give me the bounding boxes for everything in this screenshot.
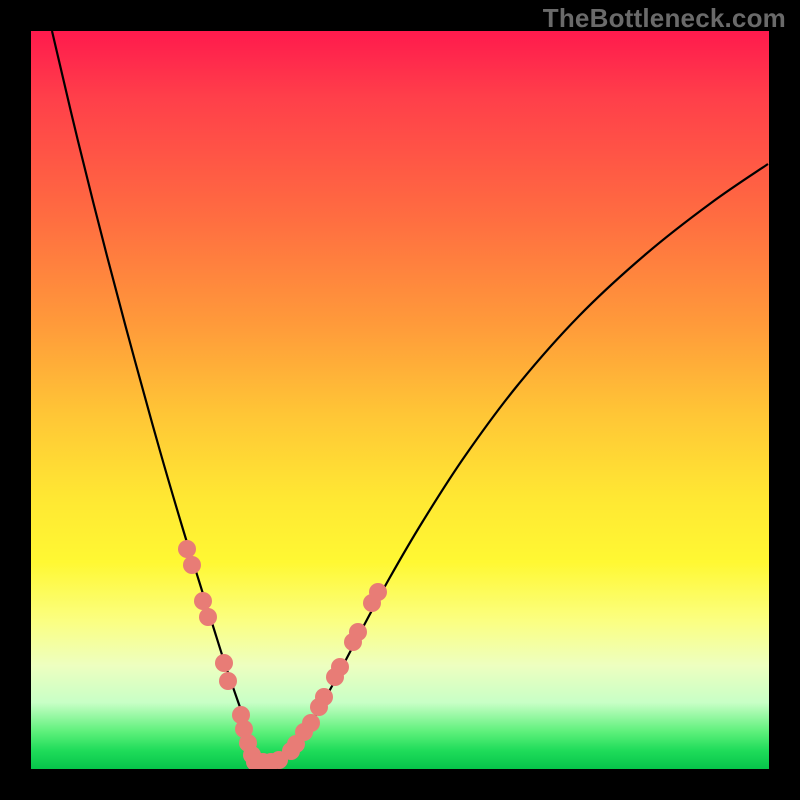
data-point: [315, 688, 333, 706]
data-point: [199, 608, 217, 626]
curve-left: [52, 31, 256, 762]
data-point: [178, 540, 196, 558]
data-point: [215, 654, 233, 672]
data-point: [369, 583, 387, 601]
data-point: [331, 658, 349, 676]
data-point: [349, 623, 367, 641]
plot-area: [31, 31, 769, 769]
chart-frame: TheBottleneck.com: [0, 0, 800, 800]
chart-svg: [31, 31, 769, 769]
data-point: [219, 672, 237, 690]
data-markers: [178, 540, 387, 769]
data-point: [183, 556, 201, 574]
data-point: [194, 592, 212, 610]
watermark-text: TheBottleneck.com: [543, 3, 786, 34]
data-point: [302, 714, 320, 732]
